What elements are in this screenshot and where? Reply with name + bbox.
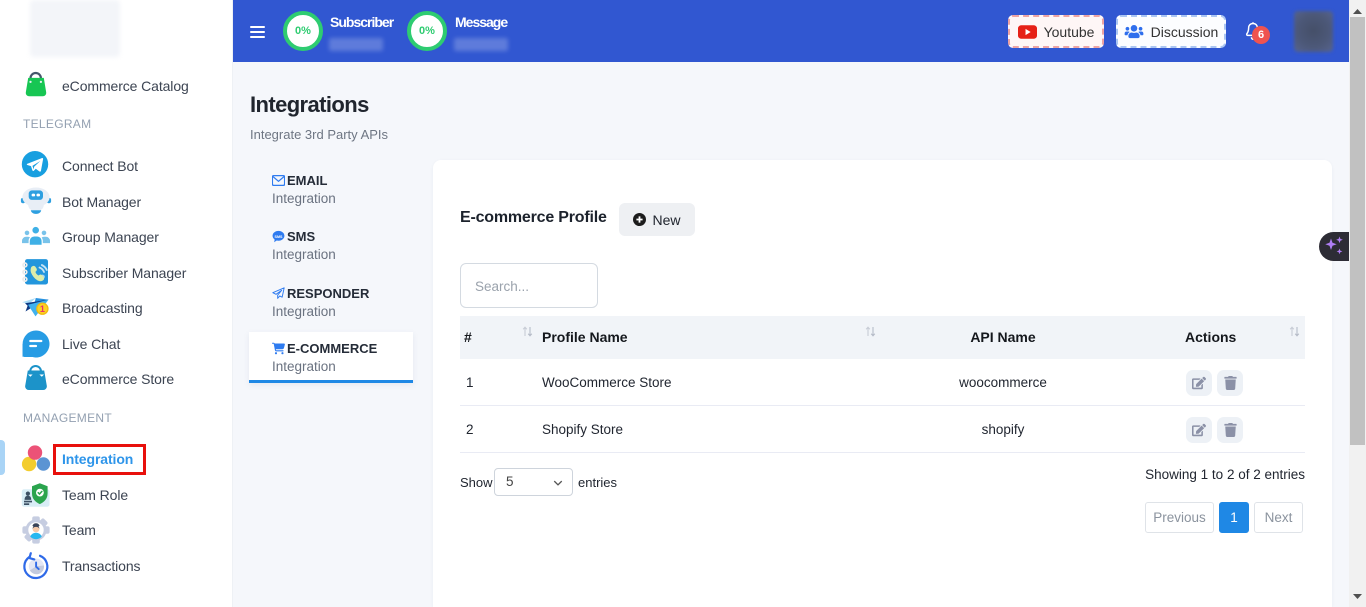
svg-text:SMS: SMS bbox=[275, 235, 283, 239]
svg-text:1: 1 bbox=[40, 304, 45, 314]
